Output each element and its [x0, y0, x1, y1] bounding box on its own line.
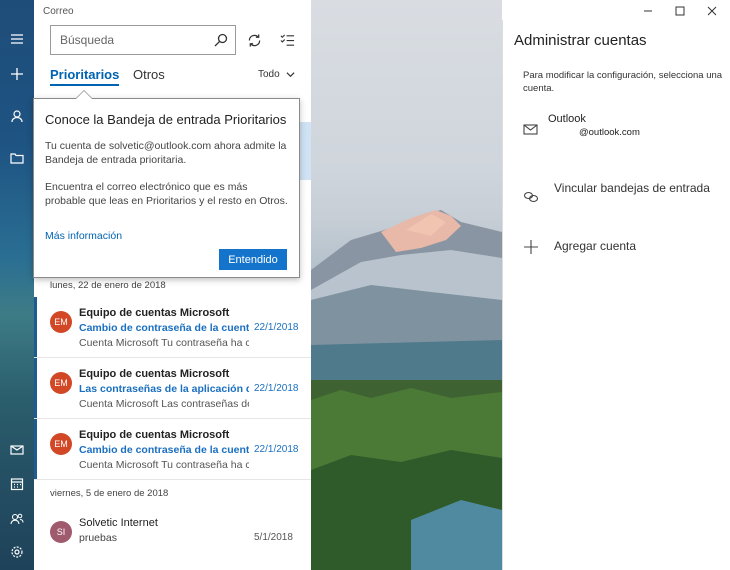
search-box[interactable]	[50, 25, 236, 55]
manage-accounts-pane: Administrar cuentas Para modificar la co…	[502, 20, 730, 570]
link-icon	[523, 189, 539, 205]
avatar: EM	[50, 433, 72, 455]
avatar: EM	[50, 372, 72, 394]
selection-mode-icon[interactable]	[277, 30, 297, 50]
mail-item[interactable]: EM Equipo de cuentas Microsoft Las contr…	[34, 358, 311, 419]
tab-otros[interactable]: Otros	[133, 67, 165, 82]
search-icon[interactable]	[214, 33, 228, 47]
mail-subject: Cambio de contraseña de la cuenta	[79, 322, 249, 334]
mail-date: 5/1/2018	[254, 532, 293, 543]
pane-title: Administrar cuentas	[514, 32, 647, 49]
mail-item[interactable]: SI Solvetic Internet pruebas 5/1/2018	[34, 507, 311, 568]
account-name: Outlook	[548, 113, 586, 125]
mail-sender: Equipo de cuentas Microsoft	[79, 429, 230, 441]
mail-item[interactable]: EM Equipo de cuentas Microsoft Cambio de…	[34, 297, 311, 358]
app-title: Correo	[43, 6, 74, 17]
minimize-icon[interactable]	[638, 3, 658, 19]
mail-preview: Cuenta Microsoft Las contraseñas de la	[79, 398, 249, 410]
link-inboxes-option[interactable]: Vincular bandejas de entrada	[554, 180, 714, 197]
callout-text-1: Tu cuenta de solvetic@outlook.com ahora …	[45, 140, 287, 166]
maximize-icon[interactable]	[670, 3, 690, 19]
people-icon[interactable]	[0, 504, 34, 534]
hamburger-menu-icon[interactable]	[0, 24, 34, 54]
filter-dropdown[interactable]: Todo	[258, 69, 295, 80]
sync-icon[interactable]	[244, 30, 264, 50]
mail-sender: Solvetic Internet	[79, 517, 158, 529]
filter-label: Todo	[258, 69, 280, 80]
account-row-outlook[interactable]	[523, 120, 539, 138]
mail-envelope-icon	[523, 122, 539, 138]
mail-envelope-icon[interactable]	[0, 435, 34, 465]
account-email: @outlook.com	[579, 127, 640, 138]
accounts-person-icon[interactable]	[0, 101, 34, 131]
nav-rail	[0, 0, 34, 570]
mountain-illustration	[311, 210, 502, 570]
selected-row-edge	[300, 122, 311, 180]
mail-subject: pruebas	[79, 532, 117, 544]
mail-date: 22/1/2018	[254, 444, 299, 455]
new-mail-plus-icon[interactable]	[0, 59, 34, 89]
mail-subject: Cambio de contraseña de la cuenta	[79, 444, 249, 456]
search-input[interactable]	[51, 26, 211, 54]
more-info-link[interactable]: Más información	[45, 230, 122, 242]
folders-icon[interactable]	[0, 143, 34, 173]
add-icon-row[interactable]	[523, 237, 539, 255]
date-group-header: lunes, 22 de enero de 2018	[50, 280, 166, 291]
calendar-icon[interactable]	[0, 469, 34, 499]
add-account-option[interactable]: Agregar cuenta	[554, 238, 714, 255]
mail-date: 22/1/2018	[254, 383, 299, 394]
mail-sender: Equipo de cuentas Microsoft	[79, 307, 230, 319]
mail-preview: Cuenta Microsoft Tu contraseña ha cambia…	[79, 337, 249, 349]
window-titlebar	[502, 0, 730, 22]
mail-preview: Cuenta Microsoft Tu contraseña ha cambia…	[79, 459, 249, 471]
plus-icon	[523, 239, 539, 255]
date-group-header: viernes, 5 de enero de 2018	[50, 488, 169, 499]
mail-subject: Las contraseñas de la aplicación de	[79, 383, 249, 395]
got-it-button[interactable]: Entendido	[219, 249, 287, 270]
callout-title: Conoce la Bandeja de entrada Prioritario…	[45, 112, 287, 127]
callout-text-2: Encuentra el correo electrónico que es m…	[45, 181, 288, 207]
background-landscape-image	[311, 0, 502, 570]
mail-item[interactable]: EM Equipo de cuentas Microsoft Cambio de…	[34, 419, 311, 480]
settings-gear-icon[interactable]	[0, 537, 34, 567]
accounts-hint: Para modificar la configuración, selecci…	[523, 70, 723, 94]
tab-prioritarios[interactable]: Prioritarios	[50, 67, 120, 86]
link-icon-row[interactable]	[523, 187, 539, 205]
mail-date: 22/1/2018	[254, 322, 299, 333]
mail-sender: Equipo de cuentas Microsoft	[79, 368, 230, 380]
avatar: SI	[50, 521, 72, 543]
mail-list-pane: Correo Prioritarios Otros Todo lunes, 22…	[34, 0, 311, 570]
chevron-down-icon	[286, 72, 295, 78]
close-icon[interactable]	[702, 3, 722, 19]
avatar: EM	[50, 311, 72, 333]
focused-inbox-callout: Conoce la Bandeja de entrada Prioritario…	[33, 90, 300, 278]
